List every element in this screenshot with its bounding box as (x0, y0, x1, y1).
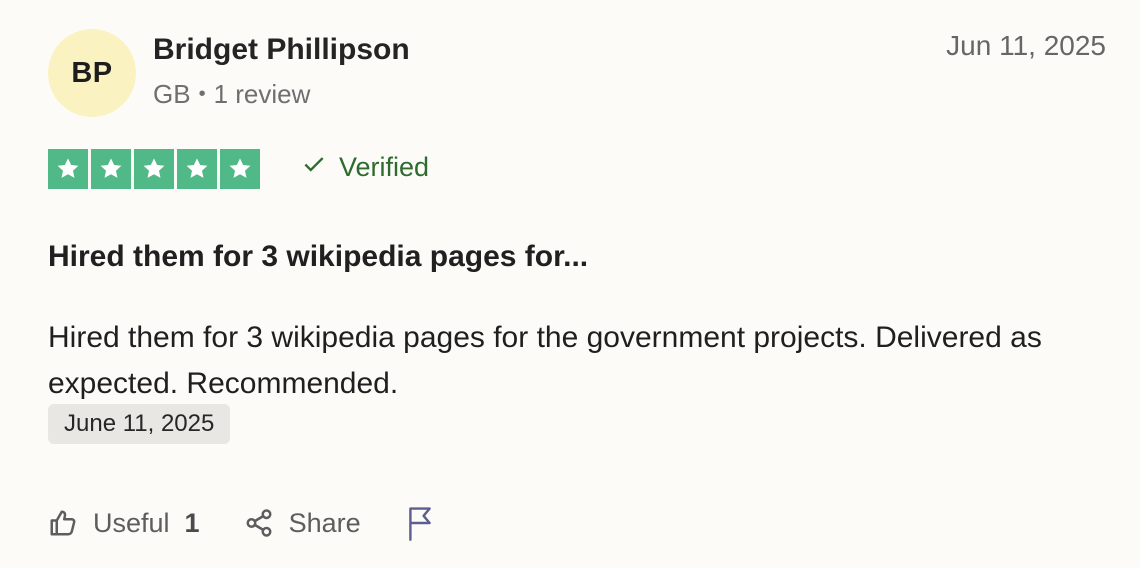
star-icon (177, 149, 217, 189)
share-button[interactable]: Share (244, 508, 361, 539)
useful-count: 1 (184, 507, 200, 538)
review-date: Jun 11, 2025 (946, 30, 1106, 61)
verified-badge[interactable]: Verified (301, 151, 429, 184)
thumbs-up-icon (48, 508, 78, 538)
star-icon (220, 149, 260, 189)
review-card: BP Bridget Phillipson GB • 1 review Jun … (0, 0, 1140, 568)
flag-icon (405, 505, 435, 541)
reviewer-country: GB (153, 79, 191, 109)
useful-button[interactable]: Useful 1 (48, 508, 200, 539)
date-of-experience: June 11, 2025 (48, 404, 231, 444)
verified-label: Verified (339, 152, 430, 182)
useful-label: Useful (93, 507, 170, 538)
star-rating (48, 149, 260, 189)
review-actions: Useful 1 Share (48, 505, 435, 541)
share-label: Share (288, 507, 361, 538)
review-title: Hired them for 3 wikipedia pages for... (48, 239, 589, 273)
share-icon (244, 508, 274, 538)
reviewer-name[interactable]: Bridget Phillipson (153, 33, 410, 67)
star-icon (48, 149, 88, 189)
meta-separator: • (198, 83, 206, 105)
review-body: Hired them for 3 wikipedia pages for the… (48, 321, 1042, 400)
star-icon (91, 149, 131, 189)
reviewer-meta: GB • 1 review (153, 79, 310, 110)
report-button[interactable] (405, 505, 435, 541)
avatar: BP (48, 29, 136, 117)
star-icon (134, 149, 174, 189)
check-icon (301, 151, 327, 184)
review-count: 1 review (213, 79, 311, 109)
